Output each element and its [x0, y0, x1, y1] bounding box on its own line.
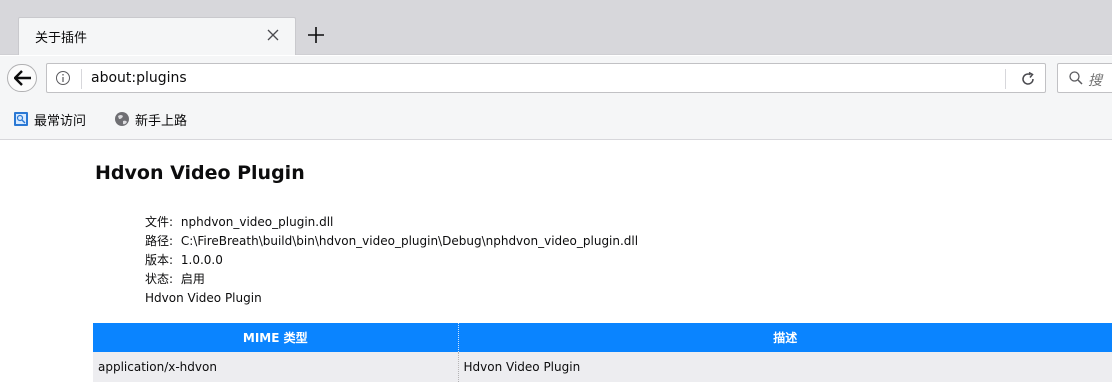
back-arrow-icon	[14, 70, 31, 86]
tab-title: 关于插件	[35, 31, 88, 46]
table-cell-mime-type: application/x-hdvon	[93, 352, 459, 382]
info-icon[interactable]	[55, 70, 71, 86]
url-separator	[81, 69, 82, 89]
mime-types-table: MIME 类型 描述 application/x-hdvon Hdvon Vid…	[93, 323, 1112, 382]
bookmarks-toolbar: 最常访问 新手上路	[0, 98, 1112, 140]
table-cell-description: Hdvon Video Plugin	[458, 352, 1112, 382]
detail-file: 文件: nphdvon_video_plugin.dll	[145, 213, 638, 232]
url-bar[interactable]: about:plugins	[46, 63, 1046, 93]
path-label: 路径:	[145, 234, 174, 248]
bookmark-most-visited[interactable]: 最常访问	[13, 110, 87, 129]
search-bar[interactable]: 搜	[1057, 63, 1112, 93]
state-label: 状态:	[145, 272, 174, 286]
close-tab-icon[interactable]	[263, 25, 283, 45]
reload-separator	[1005, 69, 1006, 89]
state-value: 启用	[180, 272, 205, 286]
reload-icon[interactable]	[1019, 70, 1037, 88]
search-placeholder: 搜	[1088, 73, 1102, 89]
column-header-mime-type: MIME 类型	[93, 323, 459, 352]
column-header-description: 描述	[458, 323, 1112, 352]
detail-path: 路径: C:\FireBreath\build\bin\hdvon_video_…	[145, 232, 638, 251]
new-tab-icon[interactable]	[302, 21, 330, 49]
version-label: 版本:	[145, 253, 174, 267]
detail-state: 状态: 启用	[145, 270, 638, 289]
globe-icon	[115, 112, 129, 126]
table-row: application/x-hdvon Hdvon Video Plugin	[93, 352, 1112, 382]
url-text[interactable]: about:plugins	[91, 70, 187, 86]
table-header-row: MIME 类型 描述	[93, 323, 1112, 352]
bookmark-label: 新手上路	[135, 113, 188, 129]
most-visited-icon	[14, 112, 28, 126]
file-value: nphdvon_video_plugin.dll	[180, 215, 334, 229]
version-value: 1.0.0.0	[180, 253, 223, 267]
navigation-toolbar: about:plugins 搜	[0, 56, 1112, 98]
path-value: C:\FireBreath\build\bin\hdvon_video_plug…	[180, 234, 639, 248]
bookmark-label: 最常访问	[34, 113, 87, 129]
bookmark-getting-started[interactable]: 新手上路	[114, 110, 188, 129]
detail-version: 版本: 1.0.0.0	[145, 251, 638, 270]
search-icon	[1068, 70, 1084, 90]
plugin-description: Hdvon Video Plugin	[145, 291, 262, 305]
tab-strip: 关于插件	[0, 0, 1112, 55]
file-label: 文件:	[145, 215, 174, 229]
tab-about-plugins[interactable]: 关于插件	[18, 17, 296, 55]
plugin-title: Hdvon Video Plugin	[95, 162, 305, 184]
plugin-details: 文件: nphdvon_video_plugin.dll 路径: C:\Fire…	[145, 213, 638, 308]
page-content: Hdvon Video Plugin 文件: nphdvon_video_plu…	[0, 141, 1112, 387]
back-button[interactable]	[7, 64, 37, 92]
